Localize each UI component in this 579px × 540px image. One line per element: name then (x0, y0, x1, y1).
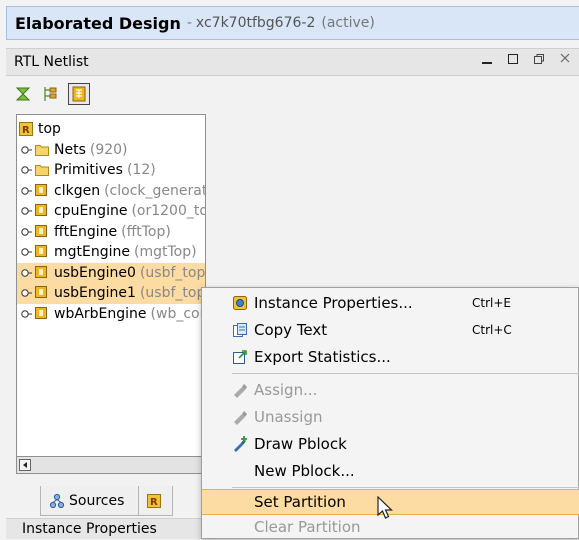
menu-item-copy-text[interactable]: Copy Text Ctrl+C (202, 317, 579, 343)
mouse-cursor-icon (377, 496, 393, 519)
tree-item-label: fftEngine (54, 223, 118, 240)
collapse-all-button[interactable] (12, 83, 34, 105)
expand-icon[interactable] (19, 267, 33, 279)
window-title-bar: Elaborated Design - xc7k70tfbg676-2 (act… (6, 6, 579, 40)
expand-icon[interactable] (19, 205, 33, 217)
assign-icon (234, 384, 247, 398)
tab-netlist[interactable]: R (139, 486, 174, 516)
menu-separator (232, 487, 579, 488)
svg-text:R: R (150, 497, 158, 508)
properties-icon (233, 296, 247, 310)
instance-properties-title: Instance Properties (22, 521, 157, 537)
sources-icon (49, 493, 65, 509)
export-icon (233, 350, 247, 364)
expand-icon[interactable] (19, 226, 33, 238)
cell-icon (35, 183, 47, 196)
tree-item-module: (or1200_top) (131, 203, 205, 220)
menu-item-assign: Assign... (202, 377, 579, 403)
cell-icon (35, 265, 47, 278)
tree-item-cpuengine[interactable]: cpuEngine (or1200_top) (17, 201, 205, 222)
close-icon[interactable] (557, 52, 573, 70)
collapse-all-icon (15, 87, 31, 101)
panel-window-controls (479, 52, 573, 70)
bottom-tab-bar: Sources R (40, 486, 174, 516)
netlist-panel-title: RTL Netlist (14, 54, 89, 70)
expand-all-button[interactable] (40, 83, 62, 105)
netlist-toolbar (12, 81, 90, 107)
tree-item-wbarbengine[interactable]: wbArbEngine (wb_conmax_top) (17, 304, 206, 325)
tree-item-label: usbEngine1 (54, 285, 136, 302)
netlist-icon: R (147, 493, 162, 508)
tree-item-label: wbArbEngine (54, 305, 147, 322)
expand-all-icon (44, 87, 57, 101)
expand-icon[interactable] (19, 308, 33, 320)
tree-root-label: top (38, 121, 61, 138)
top-module-icon: R (19, 122, 33, 137)
netlist-tree[interactable]: R top Nets (920) Primitives (12) clkgen … (16, 114, 206, 474)
menu-item-export-statistics[interactable]: Export Statistics... (202, 344, 579, 370)
tree-horizontal-scrollbar[interactable] (16, 456, 206, 474)
tree-item-fftengine[interactable]: fftEngine (fftTop) (17, 222, 205, 243)
menu-item-new-pblock[interactable]: New Pblock... (202, 458, 579, 484)
tree-item-module: (fftTop) (121, 223, 171, 240)
show-hierarchy-button[interactable] (68, 83, 90, 105)
cell-icon (35, 286, 47, 299)
tree-item-usbengine0[interactable]: usbEngine0 (usbf_top) (17, 262, 206, 283)
tree-item-usbengine1[interactable]: usbEngine1 (usbf_top) (17, 283, 206, 304)
svg-text:R: R (22, 125, 30, 136)
tab-sources-label: Sources (69, 492, 125, 509)
tree-item-label: usbEngine0 (54, 264, 136, 281)
tree-item-nets[interactable]: Nets (920) (17, 140, 205, 161)
tab-sources[interactable]: Sources (40, 486, 140, 516)
tree-item-count: (12) (126, 162, 156, 179)
tree-item-module: (usbf_top) (139, 285, 206, 302)
cell-icon (35, 245, 47, 258)
expand-icon[interactable] (19, 185, 33, 197)
menu-item-instance-properties[interactable]: Instance Properties... Ctrl+E (202, 290, 579, 316)
cell-icon (35, 224, 47, 237)
copy-icon (233, 323, 247, 337)
design-title: Elaborated Design (15, 13, 181, 33)
title-separator: - (186, 15, 192, 31)
active-status: (active) (321, 15, 375, 31)
netlist-panel-header: RTL Netlist (6, 48, 579, 76)
unassign-icon (234, 411, 247, 425)
maximize-icon[interactable] (531, 52, 547, 70)
part-number: xc7k70tfbg676-2 (195, 15, 316, 31)
tree-item-label: cpuEngine (54, 203, 128, 220)
menu-item-draw-pblock[interactable]: Draw Pblock (202, 431, 579, 457)
tree-item-label: clkgen (54, 182, 101, 199)
cell-icon (35, 204, 47, 217)
instance-properties-header: Instance Properties (6, 518, 216, 539)
tree-item-count: (920) (89, 141, 128, 158)
tree-item-module: (mgtTop) (134, 244, 197, 261)
folder-icon (35, 144, 49, 156)
tree-item-label: mgtEngine (54, 244, 130, 261)
cell-icon (35, 306, 47, 319)
tree-item-label: Primitives (54, 162, 123, 179)
tree-item-label: Nets (54, 141, 86, 158)
tree-item-primitives[interactable]: Primitives (12) (17, 160, 205, 181)
folder-icon (35, 165, 49, 177)
expand-icon[interactable] (19, 144, 33, 156)
tree-root[interactable]: R top (17, 119, 205, 140)
minimize-icon[interactable] (479, 52, 495, 70)
scroll-left-icon[interactable] (19, 459, 31, 471)
hierarchy-icon (72, 86, 86, 102)
expand-icon[interactable] (19, 246, 33, 258)
draw-pblock-icon (234, 436, 247, 452)
menu-item-unassign: Unassign (202, 404, 579, 430)
expand-icon[interactable] (19, 287, 33, 299)
expand-icon[interactable] (19, 164, 33, 176)
tree-item-module: (wb_conmax_top) (150, 305, 206, 322)
tree-item-mgtengine[interactable]: mgtEngine (mgtTop) (17, 242, 205, 263)
tree-item-clkgen[interactable]: clkgen (clock_generator) (17, 181, 206, 202)
tree-item-module: (clock_generator) (104, 182, 206, 199)
restore-icon[interactable] (505, 52, 521, 70)
tree-item-module: (usbf_top) (139, 264, 206, 281)
menu-separator (232, 373, 579, 374)
